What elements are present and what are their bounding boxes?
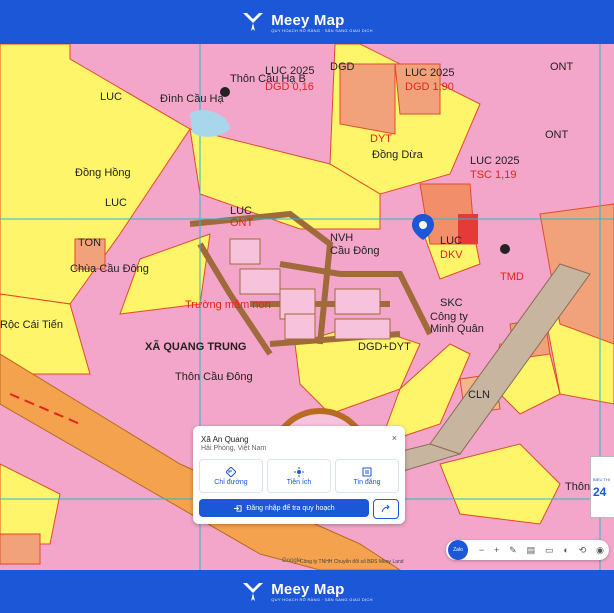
map-label: CLN [468, 389, 490, 401]
map-label: Đồng Dừa [372, 149, 424, 161]
mini-legend-caption: BIỂU THỊ [593, 477, 610, 482]
close-icon[interactable]: × [392, 433, 397, 443]
meey-logo-icon [243, 582, 264, 601]
opacity-button[interactable]: ◐ [563, 545, 568, 555]
map-label: DGD [330, 61, 355, 73]
map-label: Minh Quân [430, 323, 484, 335]
map-label: DYT [370, 133, 392, 145]
map-label: LUC [230, 205, 252, 217]
map-label: Rộc Cái Tiến [0, 319, 63, 331]
rotate-button[interactable]: ⟲ [579, 545, 587, 556]
map-label: Trường mầm non [185, 299, 271, 311]
map-label: TON [78, 237, 101, 249]
map-label: LUC 2025 [470, 155, 520, 167]
map-label: XÃ QUANG TRUNG [145, 340, 246, 353]
map-label: TMD [500, 271, 524, 283]
map-label: LUC 2025 [265, 65, 315, 77]
zoom-in-button[interactable]: + [494, 545, 499, 555]
map-label: Đình Cầu Hạ [160, 93, 224, 105]
zoom-out-button[interactable]: − [479, 545, 484, 555]
location-subtitle: Hải Phòng, Việt Nam [201, 445, 267, 452]
login-icon [234, 504, 242, 512]
map-label: NVH [330, 232, 353, 244]
map-label: Thôn Cầu Đông [175, 371, 253, 383]
mini-legend-value: 24 [593, 485, 607, 499]
login-label: Đăng nhập để tra quy hoạch [246, 504, 335, 512]
map-label: ONT [545, 129, 569, 141]
footer-brand-tagline: QUY HOẠCH RÕ RÀNG · SĂN SANG GIAO DỊCH [271, 597, 373, 602]
google-attribution: Google [282, 558, 302, 564]
map-label: DKV [440, 249, 463, 261]
zone-skc [0, 533, 41, 565]
map-label: Cầu Đông [330, 245, 380, 257]
location-info-panel: Xã An Quang Hải Phòng, Việt Nam × Chỉ đư… [193, 426, 405, 524]
map-label: DGD+DYT [358, 341, 411, 353]
brand[interactable]: Meey Map QUY HOẠCH RÕ RÀNG · SĂN SANG GI… [241, 10, 373, 34]
location-title: Xã An Quang [201, 435, 249, 444]
map-label: LUC [105, 197, 127, 209]
meey-logo-icon [243, 13, 264, 31]
map-label: DGD 1,90 [405, 81, 454, 93]
map-label: TSC 1,19 [470, 169, 516, 181]
header-bar: Meey Map QUY HOẠCH RÕ RÀNG · SĂN SANG GI… [0, 0, 614, 44]
directions-icon [226, 466, 236, 477]
directions-label: Chỉ đường [214, 478, 248, 486]
map-toolbar: − + ✎ ▤ ▭ ◐ ⟲ ◉ [446, 540, 609, 560]
amenities-button[interactable]: Tiện ích [267, 459, 331, 493]
amenities-label: Tiện ích [286, 478, 312, 486]
map-label: SKC [440, 297, 463, 309]
layers-button[interactable]: ▤ [527, 545, 536, 556]
map-label: ONT [230, 217, 254, 229]
my-location-button[interactable]: ◉ [596, 545, 604, 556]
brand-tagline: QUY HOẠCH RÕ RÀNG · SĂN SANG GIAO DỊCH [271, 27, 373, 33]
map-label: Chùa Cầu Đông [70, 263, 149, 275]
zone-dgd [339, 63, 396, 135]
share-icon [381, 504, 390, 513]
amenities-icon [294, 466, 304, 477]
map-label: LUC [100, 91, 122, 103]
zone-luc [0, 463, 61, 545]
listings-label: Tin đăng [353, 478, 381, 486]
zalo-chat-button[interactable]: Zalo [448, 540, 468, 560]
map-type-button[interactable]: ▭ [545, 545, 554, 556]
map-label: ONT [550, 61, 574, 73]
login-to-lookup-button[interactable]: Đăng nhập để tra quy hoạch [199, 499, 369, 517]
draw-tool-button[interactable]: ✎ [509, 545, 517, 556]
map-label: LUC 2025 [405, 67, 455, 79]
map-label: DGD 0,16 [265, 81, 314, 93]
map-label: LUC [440, 235, 462, 247]
listings-button[interactable]: Tin đăng [335, 459, 399, 493]
mini-legend[interactable]: BIỂU THỊ 24 [590, 456, 614, 518]
directions-button[interactable]: Chỉ đường [199, 459, 263, 493]
footer-bar: Meey Map QUY HOẠCH RÕ RÀNG · SĂN SANG GI… [0, 570, 614, 613]
brand-name: Meey Map [271, 11, 345, 29]
share-button[interactable] [373, 499, 399, 519]
footer-brand-name: Meey Map [271, 581, 345, 598]
map-attribution: Công ty TNHH Chuyển đổi số BĐS Meey Land [300, 559, 404, 565]
zone-luc [439, 443, 561, 525]
footer-brand: Meey Map QUY HOẠCH RÕ RÀNG · SĂN SANG GI… [241, 580, 373, 604]
map-label: Công ty [430, 311, 468, 323]
map-label: Đồng Hồng [75, 167, 131, 179]
listings-icon [362, 467, 372, 476]
